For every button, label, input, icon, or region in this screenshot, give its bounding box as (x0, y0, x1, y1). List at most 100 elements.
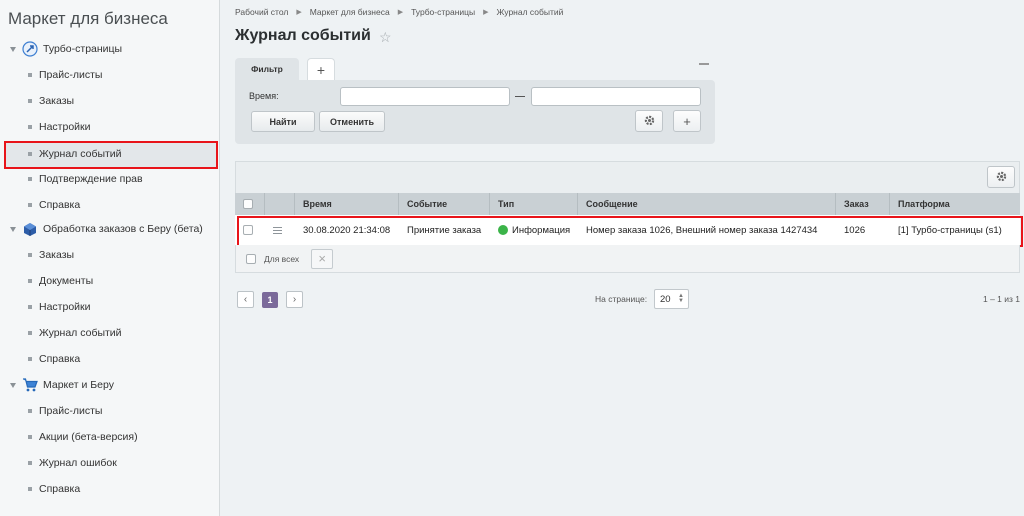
sidebar-item-promotions[interactable]: Акции (бета-версия) (0, 424, 220, 450)
sidebar-item-label: Акции (бета-версия) (39, 431, 138, 443)
bullet-icon (28, 279, 32, 283)
sidebar-title: Маркет для бизнеса (8, 9, 168, 28)
column-header-event[interactable]: Событие (399, 193, 490, 215)
bullet-icon (28, 177, 32, 181)
for-all-checkbox[interactable] (246, 253, 256, 264)
rocket-icon (22, 41, 38, 57)
bullet-icon (28, 461, 32, 465)
bullet-icon (28, 357, 32, 361)
per-page-value: 20 (660, 293, 671, 305)
date-from-input[interactable] (340, 87, 510, 106)
breadcrumb-item: Журнал событий (496, 7, 564, 17)
sidebar-item-label: Прайс-листы (39, 405, 103, 417)
column-header-type[interactable]: Тип (490, 193, 578, 215)
sidebar-item-price-lists[interactable]: Прайс-листы (0, 62, 220, 88)
cube-icon (22, 221, 38, 237)
find-button[interactable]: Найти (251, 111, 315, 132)
chevron-down-icon[interactable] (10, 382, 16, 388)
sidebar-section-label: Маркет и Беру (43, 379, 114, 391)
sidebar-item-documents[interactable]: Документы (0, 268, 220, 294)
bullet-icon (28, 73, 32, 77)
actions-header (265, 193, 295, 215)
chevron-right-icon: ▶ (483, 9, 489, 16)
grid-footer: Для всех × (235, 245, 1020, 273)
sidebar-item-label: Прайс-листы (39, 69, 103, 81)
bullet-icon (28, 125, 32, 129)
sidebar-item-event-log[interactable]: Журнал событий (0, 141, 220, 167)
breadcrumb-item[interactable]: Маркет для бизнеса (310, 7, 390, 17)
chevron-right-icon: ▶ (296, 9, 302, 16)
gear-icon (644, 114, 655, 129)
gear-icon (996, 170, 1007, 185)
grid-settings-button[interactable] (987, 166, 1015, 188)
sidebar: Маркет для бизнеса Турбо-страницы Прайс-… (0, 0, 220, 516)
sidebar-item-label: Журнал событий (39, 148, 122, 160)
sidebar-section-market-beru[interactable]: Маркет и Беру (0, 372, 220, 398)
sidebar-item-label: Подтверждение прав (39, 173, 143, 185)
bullet-icon (28, 331, 32, 335)
breadcrumb: Рабочий стол ▶ Маркет для бизнеса ▶ Турб… (235, 7, 563, 17)
bullet-icon (28, 409, 32, 413)
main-content: Рабочий стол ▶ Маркет для бизнеса ▶ Турб… (221, 0, 1024, 516)
sidebar-item-help[interactable]: Справка (0, 476, 220, 502)
column-header-order[interactable]: Заказ (836, 193, 890, 215)
sidebar-item-label: Журнал событий (39, 327, 122, 339)
sidebar-item-label: Настройки (39, 301, 91, 313)
sidebar-item-rights-confirmation[interactable]: Подтверждение прав (0, 166, 220, 192)
add-field-button[interactable]: + (673, 110, 701, 132)
chevron-down-icon[interactable] (10, 46, 16, 52)
sidebar-item-orders[interactable]: Заказы (0, 242, 220, 268)
sidebar-item-help[interactable]: Справка (0, 346, 220, 372)
add-filter-tab-button[interactable]: + (307, 58, 335, 80)
range-separator (515, 96, 525, 97)
sidebar-section-label: Турбо-страницы (43, 43, 123, 55)
bullet-icon (28, 487, 32, 491)
sidebar-item-label: Заказы (39, 249, 75, 261)
sidebar-section-turbo[interactable]: Турбо-страницы (0, 36, 220, 62)
star-icon[interactable]: ☆ (379, 29, 392, 46)
column-header-message[interactable]: Сообщение (578, 193, 836, 215)
column-header-platform[interactable]: Платформа (890, 193, 1020, 215)
sidebar-item-label: Заказы (39, 95, 75, 107)
sidebar-item-label: Справка (39, 483, 81, 495)
row-highlight (237, 216, 1023, 247)
sidebar-item-orders[interactable]: Заказы (0, 88, 220, 114)
sidebar-item-error-log[interactable]: Журнал ошибок (0, 450, 220, 476)
bullet-icon (28, 152, 32, 156)
column-header-time[interactable]: Время (295, 193, 399, 215)
for-all-label: Для всех (264, 253, 300, 264)
total-count: 1 – 1 из 1 (982, 294, 1020, 304)
sidebar-item-label: Справка (39, 199, 81, 211)
prev-page-button[interactable]: ‹ (237, 291, 254, 308)
time-label: Время: (249, 91, 279, 101)
sidebar-section-label: Обработка заказов с Беру (бета) (43, 223, 203, 235)
sidebar-item-label: Документы (39, 275, 94, 287)
minimize-icon[interactable] (699, 63, 709, 65)
chevron-right-icon: ▶ (397, 9, 404, 16)
sidebar-item-settings[interactable]: Настройки (0, 294, 220, 320)
date-to-input[interactable] (531, 87, 701, 106)
current-page[interactable]: 1 (262, 292, 278, 308)
sidebar-item-event-log[interactable]: Журнал событий (0, 320, 220, 346)
bullet-icon (28, 99, 32, 103)
sidebar-item-help[interactable]: Справка (0, 192, 220, 218)
cancel-button[interactable]: Отменить (319, 111, 385, 132)
sidebar-section-beru-orders[interactable]: Обработка заказов с Беру (бета) (0, 216, 220, 242)
filter-panel: Время: Найти Отменить + (235, 80, 715, 144)
filter-settings-button[interactable] (635, 110, 663, 132)
filter-tab[interactable]: Фильтр (235, 58, 299, 80)
chevron-down-icon[interactable] (10, 226, 16, 232)
page-title: Журнал событий (235, 27, 371, 44)
per-page-select[interactable]: 20 ▲ ▼ (654, 289, 689, 309)
sidebar-item-label: Настройки (39, 121, 91, 133)
delete-button[interactable]: × (311, 248, 334, 269)
breadcrumb-item[interactable]: Турбо-страницы (411, 7, 475, 17)
select-all-checkbox[interactable] (243, 199, 253, 209)
sidebar-item-settings[interactable]: Настройки (0, 114, 220, 140)
per-page-label: На странице: (595, 294, 648, 304)
bullet-icon (28, 203, 32, 207)
sidebar-item-price-lists[interactable]: Прайс-листы (0, 398, 220, 424)
next-page-button[interactable]: › (286, 291, 303, 308)
breadcrumb-item[interactable]: Рабочий стол (235, 7, 288, 17)
grid-toolbar (235, 161, 1020, 193)
